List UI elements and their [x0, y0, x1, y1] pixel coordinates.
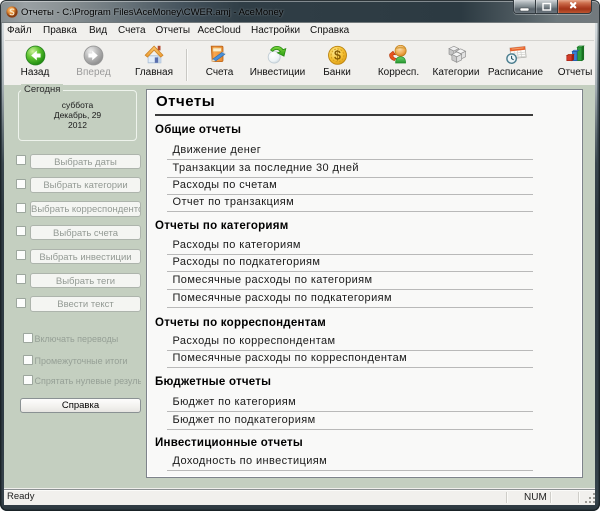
svg-text:$: $ — [334, 49, 341, 63]
